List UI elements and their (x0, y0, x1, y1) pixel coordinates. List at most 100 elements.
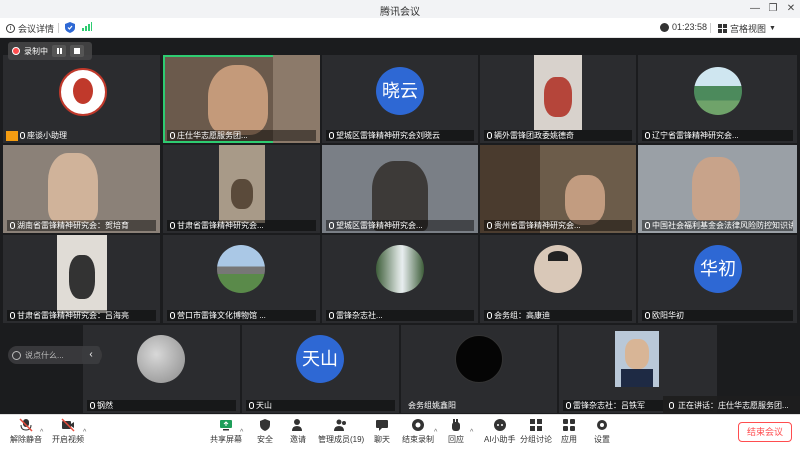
view-mode-label: 宫格视图 (730, 24, 767, 34)
signal-icon[interactable] (82, 22, 92, 31)
participant-tile[interactable]: 营口市雷锋文化博物馆 ... (163, 235, 320, 323)
mic-icon (170, 312, 175, 319)
participant-name: 贵州省雷锋精神研究会... (494, 221, 581, 230)
chevron-left-icon[interactable]: ‹ (82, 346, 100, 364)
video-feed (48, 153, 98, 223)
participant-tile[interactable]: 中国社会福利基金会法律风险防控知识讲 (638, 145, 797, 233)
photo-avatar (376, 245, 424, 293)
divider (58, 23, 59, 33)
photo-avatar (137, 335, 185, 383)
participant-name: 座谈小助理 (27, 131, 67, 140)
chevron-up-icon[interactable]: ^ (240, 429, 243, 436)
participant-tile[interactable]: 座谈小助理 (3, 55, 160, 143)
close-icon[interactable]: ✕ (784, 2, 798, 16)
video-feed (534, 55, 582, 130)
invite-label: 邀请 (290, 435, 306, 444)
share-screen-button[interactable]: 共享屏幕 (210, 418, 242, 448)
host-badge (6, 130, 18, 141)
participant-tile[interactable]: 晓云 望城区雷锋精神研究会刘晓云 (322, 55, 478, 143)
participant-label: 贵州省雷锋精神研究会... (484, 220, 632, 231)
restore-icon[interactable]: ❐ (766, 2, 780, 16)
chevron-up-icon[interactable]: ^ (470, 429, 473, 436)
participant-name: 辽宁省雷锋精神研究会... (652, 131, 739, 140)
breakout-button[interactable]: 分组讨论 (520, 418, 552, 448)
participant-tile[interactable]: 甘肃省雷锋精神研究会... (163, 145, 320, 233)
participant-tile[interactable]: 湖南省雷锋精神研究会：贺培育 (3, 145, 160, 233)
start-video-button[interactable]: 开启视频 (52, 418, 84, 448)
apps-button[interactable]: 应用 (561, 418, 577, 448)
mic-icon (20, 132, 25, 139)
participant-tile-active[interactable]: 庄仕华志愿服务团... (163, 55, 320, 143)
end-meeting-button[interactable]: 结束会议 (738, 422, 792, 442)
participant-tile[interactable]: 辆外雷锋团政委姚德奇 (480, 55, 636, 143)
text-avatar: 华初 (694, 245, 742, 293)
meeting-details-label: 会议详情 (18, 24, 55, 34)
view-mode-button[interactable]: 宫格视图 ▼ (718, 22, 776, 35)
logo-avatar (59, 68, 107, 116)
title-bar: 腾讯会议 — ❐ ✕ (0, 0, 800, 18)
chevron-up-icon[interactable]: ^ (40, 429, 43, 436)
ai-icon (493, 419, 506, 431)
breakout-icon (530, 419, 542, 431)
unmute-button[interactable]: 解除静音 (10, 418, 42, 448)
participant-tile[interactable]: 天山 天山 (242, 325, 399, 413)
mic-icon (566, 402, 571, 409)
participant-tile[interactable]: 雷锋杂志社... (322, 235, 478, 323)
participant-name: 甘肃省雷锋精神研究会... (177, 221, 264, 230)
participant-tile[interactable]: 会务组：高康迪 (480, 235, 636, 323)
video-feed (692, 157, 740, 221)
participant-tile[interactable]: 会务组姚鑫阳 (401, 325, 557, 413)
hand-icon (452, 419, 460, 431)
video-grid: 座谈小助理 庄仕华志愿服务团... 晓云 望城区雷锋精神研究会刘晓云 辆外雷锋团… (0, 38, 800, 414)
speaking-label: 正在讲话：庄仕华志愿服务团... (678, 400, 789, 410)
apps-label: 应用 (561, 435, 577, 444)
clock-icon (660, 22, 669, 32)
chevron-up-icon[interactable]: ^ (83, 429, 86, 436)
mic-icon (329, 222, 334, 229)
end-recording-button[interactable]: 结束录制 (402, 418, 434, 448)
pause-recording-button[interactable] (52, 45, 66, 57)
participant-tile[interactable]: 望城区雷锋精神研究会... (322, 145, 478, 233)
shield-icon[interactable] (65, 22, 75, 33)
video-feed (219, 145, 265, 223)
share-screen-label: 共享屏幕 (210, 435, 242, 444)
participant-label: 座谈小助理 (3, 130, 70, 141)
stop-icon (74, 48, 80, 54)
emoji-icon (12, 350, 21, 360)
reactions-button[interactable]: 回应 (448, 418, 464, 448)
participant-name: 雷锋杂志社：吕铁军 (573, 401, 645, 410)
mic-icon (10, 222, 15, 229)
manage-members-button[interactable]: 管理成员(19) (318, 418, 364, 448)
invite-button[interactable]: 邀请 (290, 418, 306, 448)
participant-label: 湖南省雷锋精神研究会：贺培育 (7, 220, 156, 231)
speaking-indicator: 正在讲话：庄仕华志愿服务团... (663, 396, 800, 414)
participant-tile[interactable]: 甘肃省雷锋精神研究会：吕海亮 (3, 235, 160, 323)
end-recording-label: 结束录制 (402, 435, 434, 444)
mic-icon (170, 132, 175, 139)
photo-avatar (694, 67, 742, 115)
participant-tile[interactable]: 辽宁省雷锋精神研究会... (638, 55, 797, 143)
participant-name: 会务组：高康迪 (494, 311, 550, 320)
minimize-icon[interactable]: — (748, 2, 762, 16)
unmute-label: 解除静音 (10, 435, 42, 444)
stop-recording-button[interactable] (70, 45, 84, 57)
text-avatar: 晓云 (376, 67, 424, 115)
chat-icon (376, 420, 388, 431)
chevron-up-icon[interactable]: ^ (434, 429, 437, 436)
participant-tile[interactable]: 华初 欧阳华初 (638, 235, 797, 323)
chevron-down-icon: ▼ (769, 25, 776, 32)
security-button[interactable]: 安全 (257, 418, 273, 448)
settings-button[interactable]: 设置 (594, 418, 610, 448)
meeting-details-button[interactable]: i 会议详情 (6, 22, 54, 35)
participant-tile[interactable]: 钢然 (83, 325, 240, 413)
participant-label: 中国社会福利基金会法律风险防控知识讲 (642, 220, 793, 231)
participant-tile[interactable]: 贵州省雷锋精神研究会... (480, 145, 636, 233)
participant-name: 会务组姚鑫阳 (408, 401, 456, 410)
ai-assistant-button[interactable]: AI小助手 (484, 418, 516, 448)
participant-name: 欧阳华初 (652, 311, 684, 320)
reactions-label: 回应 (448, 435, 464, 444)
chat-button[interactable]: 聊天 (374, 418, 390, 448)
text-avatar: 天山 (296, 335, 344, 383)
info-icon: i (6, 24, 15, 33)
participant-label: 甘肃省雷锋精神研究会：吕海亮 (7, 310, 156, 321)
